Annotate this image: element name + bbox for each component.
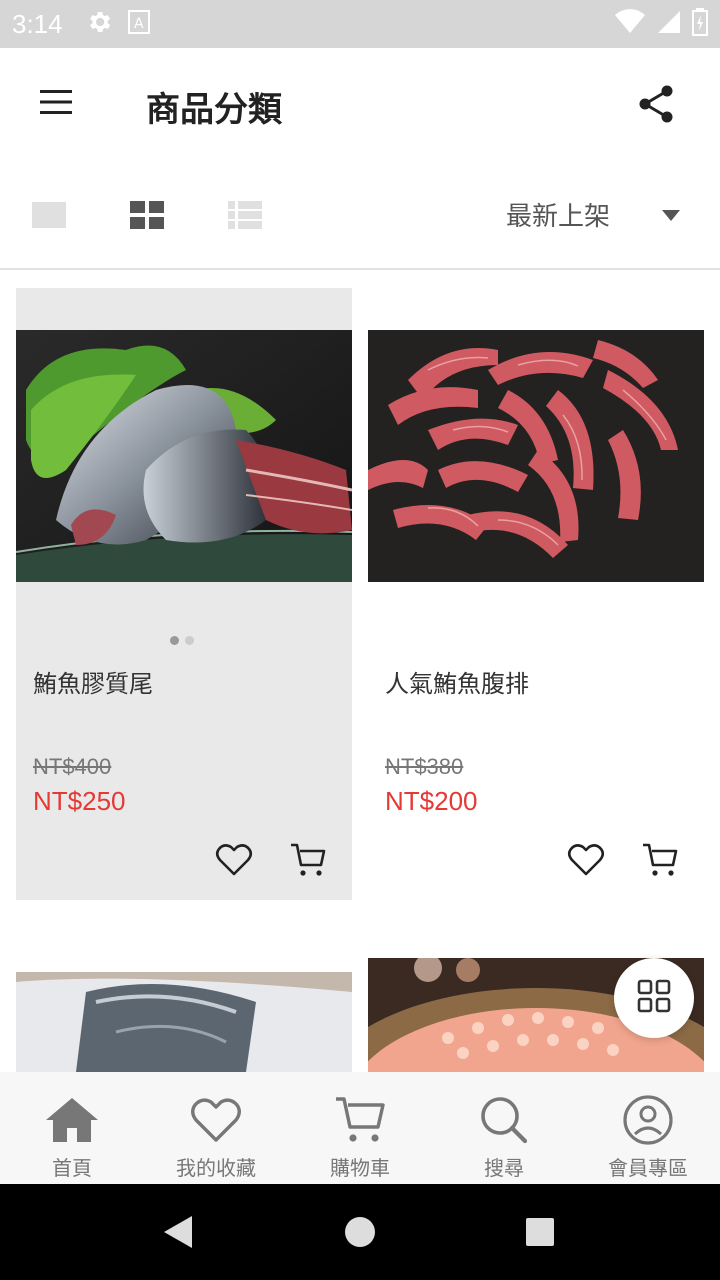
share-button[interactable] bbox=[628, 78, 684, 134]
product-image[interactable] bbox=[368, 330, 704, 582]
bottom-navigation: 首頁 我的收藏 購物車 搜尋 會員專區 bbox=[0, 1072, 720, 1184]
share-icon bbox=[638, 85, 674, 127]
grid-view-icon bbox=[130, 201, 164, 234]
sale-price: NT$200 bbox=[385, 786, 478, 816]
sort-dropdown[interactable]: 最新上架 bbox=[506, 196, 610, 233]
app-screen: 3:14 A 商品分類 最新上架 鮪魚膠質尾 NT$400 NT$250 人氣鮪… bbox=[0, 0, 720, 1280]
nav-item-search[interactable]: 搜尋 bbox=[432, 1072, 576, 1184]
gear-icon bbox=[85, 8, 113, 40]
product-card[interactable]: 鮪魚膠質尾 NT$400 NT$250 bbox=[16, 288, 352, 900]
list-view-button[interactable] bbox=[228, 200, 268, 234]
nav-label: 會員專區 bbox=[608, 1156, 688, 1180]
home-circle-icon[interactable] bbox=[344, 1216, 376, 1252]
nav-item-cart[interactable]: 購物車 bbox=[288, 1072, 432, 1184]
single-view-icon bbox=[32, 202, 66, 234]
single-view-button[interactable] bbox=[32, 200, 72, 234]
menu-button[interactable] bbox=[28, 80, 84, 128]
app-bar: 商品分類 bbox=[0, 48, 720, 160]
home-icon bbox=[44, 1094, 100, 1146]
nav-label: 購物車 bbox=[330, 1156, 390, 1180]
battery-icon bbox=[692, 8, 708, 40]
original-price: NT$380 bbox=[385, 754, 464, 779]
heart-icon bbox=[566, 844, 606, 884]
dropdown-arrow-icon[interactable] bbox=[662, 210, 680, 221]
status-bar: 3:14 A bbox=[0, 0, 720, 48]
original-price: NT$400 bbox=[33, 754, 112, 779]
nav-item-home[interactable]: 首頁 bbox=[0, 1072, 144, 1184]
product-name[interactable]: 鮪魚膠質尾 bbox=[33, 664, 153, 699]
product-card[interactable] bbox=[16, 972, 352, 1072]
nav-label: 搜尋 bbox=[484, 1156, 524, 1180]
favorite-button[interactable] bbox=[214, 840, 254, 880]
cart-icon bbox=[332, 1094, 388, 1146]
search-icon bbox=[476, 1094, 532, 1146]
cart-icon bbox=[640, 843, 680, 884]
product-name[interactable]: 人氣鮪魚腹排 bbox=[385, 664, 529, 699]
recents-icon[interactable] bbox=[524, 1216, 556, 1252]
nav-label: 首頁 bbox=[52, 1156, 92, 1180]
nav-item-member[interactable]: 會員專區 bbox=[576, 1072, 720, 1184]
grid-view-button[interactable] bbox=[130, 200, 170, 234]
add-to-cart-button[interactable] bbox=[640, 840, 680, 880]
view-toolbar: 最新上架 bbox=[0, 160, 720, 270]
svg-text:A: A bbox=[134, 16, 144, 32]
wifi-icon bbox=[614, 9, 646, 39]
product-card[interactable]: 人氣鮪魚腹排 NT$380 NT$200 bbox=[368, 288, 704, 900]
heart-icon bbox=[214, 844, 254, 884]
apps-grid-icon bbox=[636, 978, 672, 1018]
hamburger-menu-icon bbox=[39, 88, 73, 120]
nav-item-favorites[interactable]: 我的收藏 bbox=[144, 1072, 288, 1184]
signal-icon bbox=[656, 9, 682, 39]
back-icon[interactable] bbox=[160, 1214, 196, 1254]
add-to-cart-button[interactable] bbox=[288, 840, 328, 880]
nav-label: 我的收藏 bbox=[176, 1156, 256, 1180]
favorite-button[interactable] bbox=[566, 840, 606, 880]
category-grid-button[interactable] bbox=[614, 958, 694, 1038]
product-image[interactable] bbox=[16, 330, 352, 582]
system-navigation-bar bbox=[0, 1184, 720, 1280]
product-image[interactable] bbox=[16, 972, 352, 1072]
list-view-icon bbox=[228, 201, 262, 234]
account-icon bbox=[620, 1094, 676, 1146]
sale-price: NT$250 bbox=[33, 786, 126, 816]
page-title: 商品分類 bbox=[146, 90, 282, 130]
heart-icon bbox=[188, 1094, 244, 1146]
pager-dot-active[interactable] bbox=[170, 636, 179, 645]
font-a-icon: A bbox=[127, 9, 151, 39]
status-time: 3:14 bbox=[12, 8, 63, 39]
cart-icon bbox=[288, 843, 328, 884]
pager-dot[interactable] bbox=[185, 636, 194, 645]
image-pager[interactable] bbox=[170, 636, 194, 645]
